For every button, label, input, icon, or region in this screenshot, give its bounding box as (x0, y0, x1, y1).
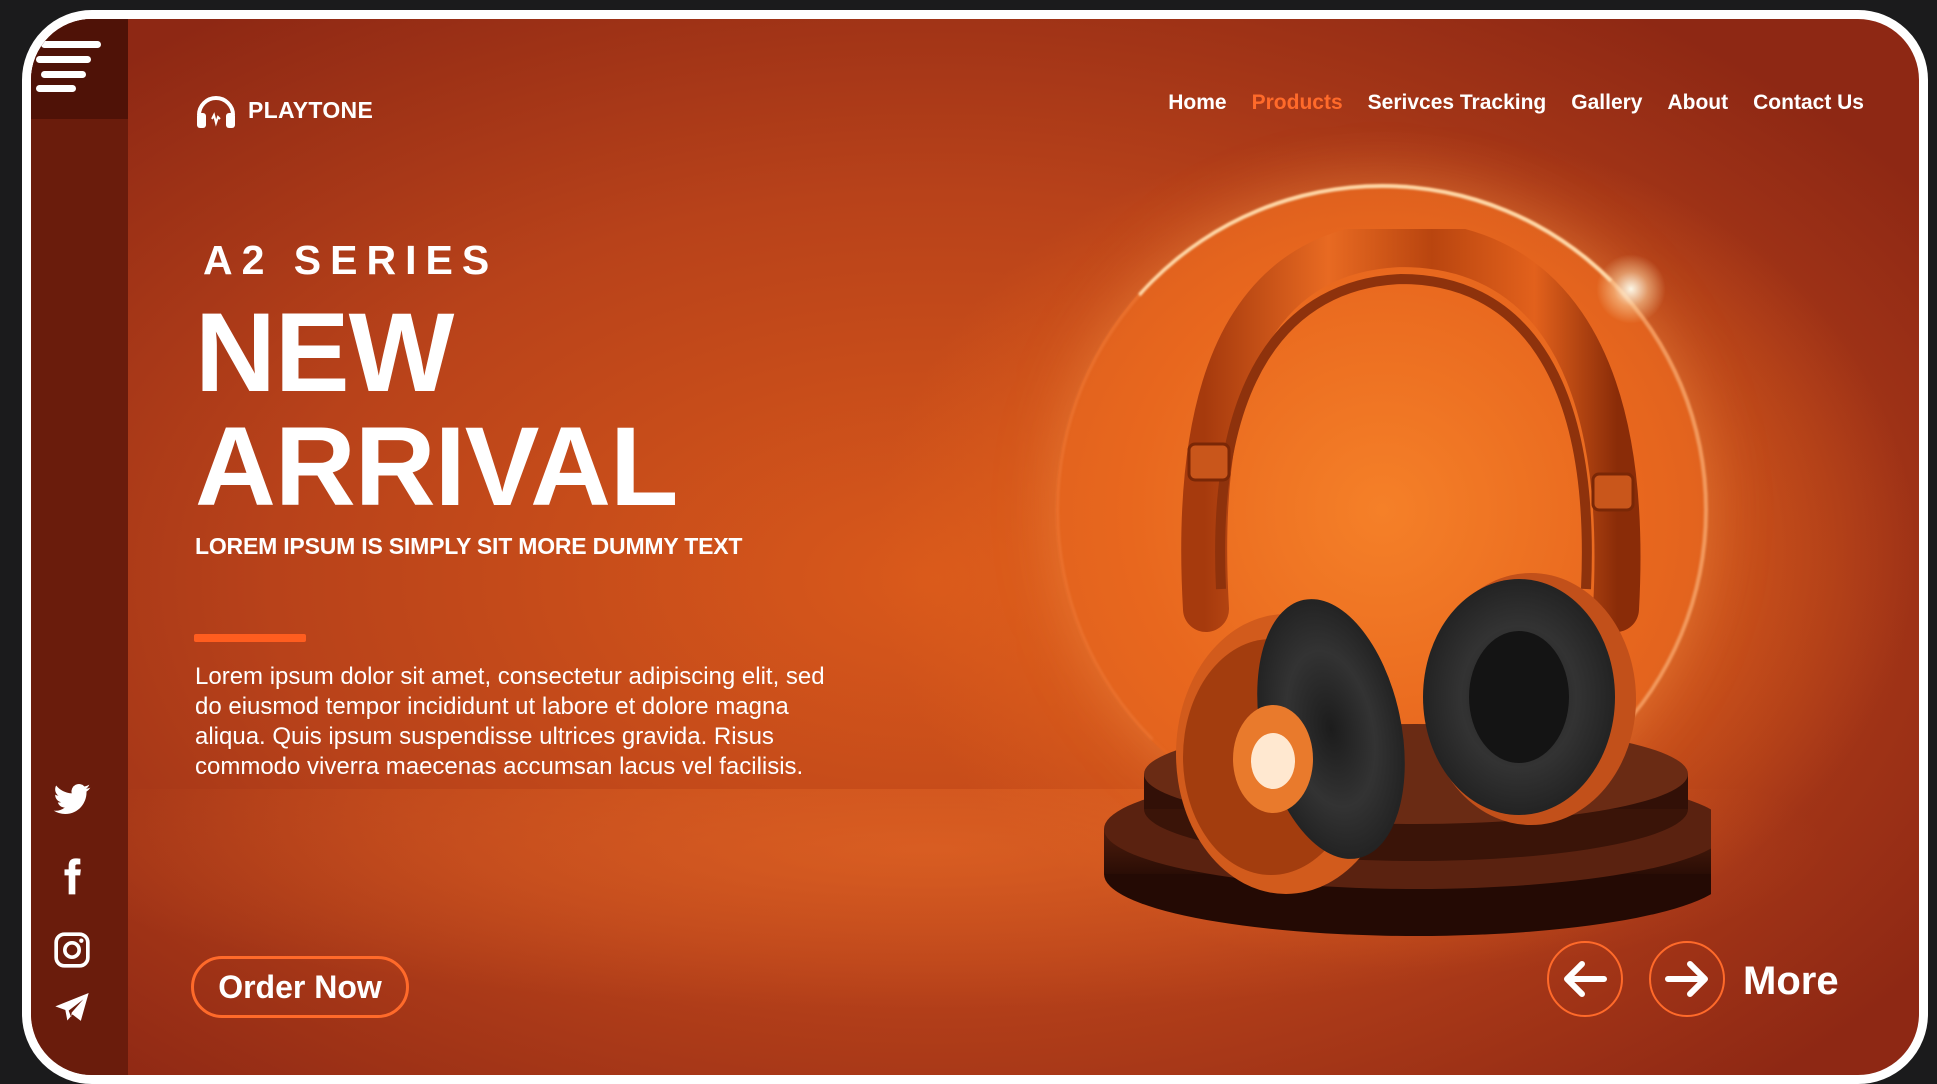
hamburger-menu-icon[interactable] (31, 19, 128, 119)
arrow-right-icon (1665, 961, 1708, 997)
telegram-icon[interactable] (51, 987, 93, 1029)
prev-arrow-button[interactable] (1547, 941, 1623, 1017)
nav-products[interactable]: Products (1252, 91, 1343, 115)
nav-home[interactable]: Home (1168, 91, 1226, 115)
brand-logo[interactable]: PLAYTONE (194, 89, 373, 131)
twitter-icon[interactable] (51, 779, 93, 821)
hero-tagline: LOREM IPSUM IS SIMPLY SIT MORE DUMMY TEX… (195, 533, 743, 559)
nav-contact-us[interactable]: Contact Us (1753, 91, 1864, 115)
facebook-icon[interactable] (51, 855, 93, 897)
arrow-left-icon (1564, 961, 1607, 997)
accent-divider (194, 634, 306, 642)
page-frame: PLAYTONE Home Products Serivces Tracking… (22, 10, 1928, 1084)
brand-name: PLAYTONE (248, 96, 374, 123)
instagram-icon[interactable] (51, 929, 93, 971)
series-label: A2 SERIES (203, 237, 499, 283)
sidebar (31, 19, 128, 1075)
headline-arrival: ARRIVAL (195, 404, 678, 529)
nav-gallery[interactable]: Gallery (1571, 91, 1642, 115)
hero-description: Lorem ipsum dolor sit amet, consectetur … (195, 663, 825, 780)
headphones-icon (197, 96, 235, 128)
next-arrow-button[interactable] (1649, 941, 1725, 1017)
more-link[interactable]: More (1743, 959, 1839, 1004)
order-now-button[interactable]: Order Now (191, 956, 409, 1018)
nav-about[interactable]: About (1667, 91, 1728, 115)
main-nav: Home Products Serivces Tracking Gallery … (1168, 91, 1864, 115)
nav-services-tracking[interactable]: Serivces Tracking (1368, 91, 1547, 115)
product-image (1104, 229, 1711, 936)
headline-new: NEW (195, 290, 454, 415)
